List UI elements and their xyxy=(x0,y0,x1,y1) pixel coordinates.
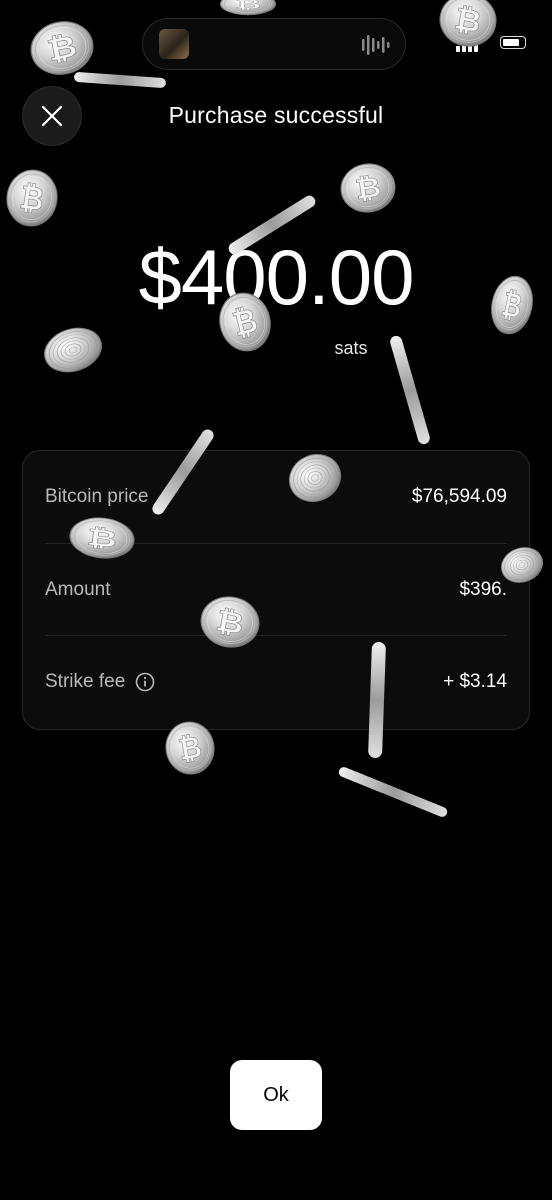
coin-edge xyxy=(74,72,166,88)
coin-edge xyxy=(338,767,448,817)
album-art-thumbnail xyxy=(159,29,189,59)
signal-icon xyxy=(456,46,460,52)
bitcoin-coin xyxy=(337,159,399,217)
audio-waveform-icon xyxy=(362,35,390,55)
sats-unit: sats xyxy=(334,338,368,358)
bitcoin-coin xyxy=(2,166,62,230)
detail-value: $76,594.09 xyxy=(411,486,507,507)
info-icon[interactable] xyxy=(135,672,155,692)
detail-row-bitcoin-price: Bitcoin price $76,594.09 xyxy=(45,451,507,543)
detail-label: Amount xyxy=(45,578,111,600)
purchase-success-screen: 7:25 Purchase successful $400.00 sats xyxy=(0,0,552,1200)
ok-button[interactable]: Ok xyxy=(230,1060,322,1130)
detail-label-with-info: Strike fee xyxy=(45,671,155,693)
bitcoin-coin xyxy=(219,0,277,16)
detail-label: Strike fee xyxy=(45,670,126,692)
detail-row-amount: Amount $396. xyxy=(45,543,507,635)
detail-value: + $3.14 xyxy=(443,670,507,692)
battery-level xyxy=(503,39,519,46)
sats-amount: sats xyxy=(0,338,552,359)
dynamic-island-now-playing[interactable] xyxy=(142,18,406,70)
close-button[interactable] xyxy=(22,86,82,146)
battery-icon xyxy=(500,36,526,49)
detail-label: Bitcoin price xyxy=(45,486,149,507)
close-icon xyxy=(41,105,63,127)
page-title: Purchase successful xyxy=(168,102,384,128)
purchase-amount: $400.00 xyxy=(138,233,415,321)
purchase-details-card: Bitcoin price $76,594.09 Amount $396. St… xyxy=(22,450,530,730)
detail-value: $396. xyxy=(459,578,507,600)
status-time: 7:25 xyxy=(54,34,90,55)
status-icons xyxy=(456,34,526,52)
detail-row-strike-fee: Strike fee + $3.14 xyxy=(45,635,507,727)
